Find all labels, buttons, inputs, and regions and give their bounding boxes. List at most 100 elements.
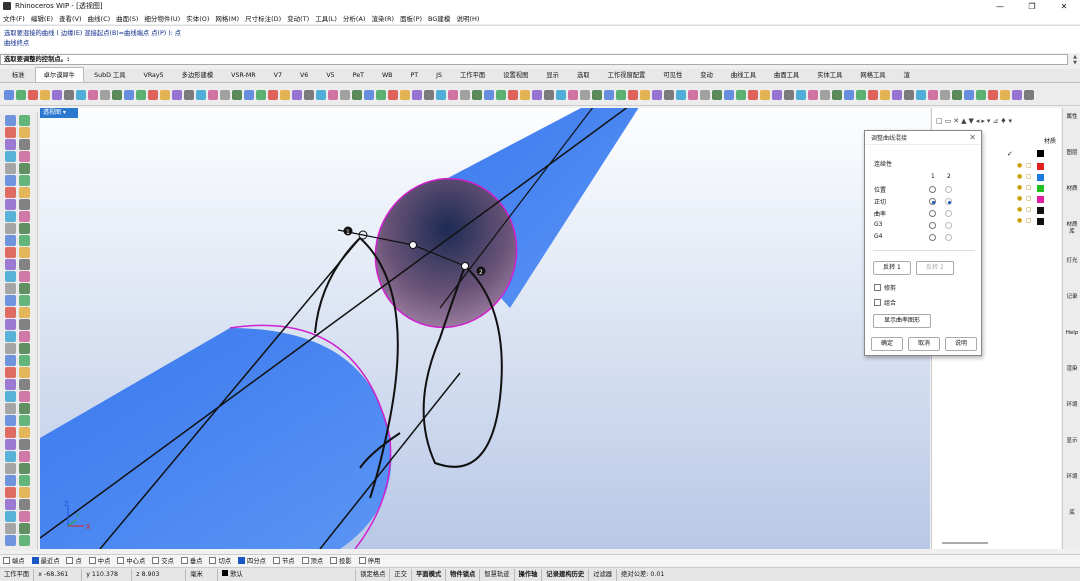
tool-icon[interactable]	[76, 89, 86, 100]
tool-icon[interactable]	[916, 89, 926, 100]
continuity-radio-2[interactable]	[945, 198, 952, 205]
tool-icon[interactable]	[736, 89, 746, 100]
osnap-checkbox[interactable]: 切点	[209, 556, 231, 565]
tool-icon[interactable]	[19, 259, 30, 270]
tool-icon[interactable]	[604, 89, 614, 100]
tool-icon[interactable]	[1012, 89, 1022, 100]
tool-icon[interactable]	[5, 151, 16, 162]
osnap-checkbox[interactable]: 中心点	[117, 556, 145, 565]
tool-icon[interactable]	[760, 89, 770, 100]
tool-icon[interactable]	[436, 89, 446, 100]
perspective-viewport[interactable]: 1 2 Z X Y	[40, 108, 930, 549]
toolbar-tab[interactable]: 多边形建模	[174, 68, 221, 82]
tool-icon[interactable]	[1024, 89, 1034, 100]
toolbar-tab[interactable]: 网格工具	[852, 68, 893, 82]
toolbar-tab[interactable]: JS	[428, 70, 450, 82]
toolbar-tab[interactable]: 标准	[4, 68, 33, 82]
tool-icon[interactable]	[19, 535, 30, 546]
tool-icon[interactable]	[124, 89, 134, 100]
reverse-2-button[interactable]: 反转 2	[916, 261, 954, 275]
toolbar-tab[interactable]: 工作平面	[452, 68, 493, 82]
tool-icon[interactable]	[820, 89, 830, 100]
ok-button[interactable]: 确定	[871, 337, 903, 351]
toolbar-tab[interactable]: 渲	[896, 68, 918, 82]
tool-icon[interactable]	[424, 89, 434, 100]
side-tab[interactable]: 图层	[1065, 150, 1079, 157]
layer-color-swatch[interactable]	[1037, 163, 1044, 170]
filter-toggle[interactable]: 过滤器	[589, 568, 618, 581]
tool-icon[interactable]	[5, 439, 16, 450]
tool-icon[interactable]	[844, 89, 854, 100]
menu-item[interactable]: 变动(T)	[287, 13, 309, 23]
tool-icon[interactable]	[19, 199, 30, 210]
osnap-checkbox[interactable]: 停用	[358, 556, 380, 565]
tool-icon[interactable]	[5, 271, 16, 282]
tool-icon[interactable]	[19, 211, 30, 222]
layer-lock-icon[interactable]: ▢	[1026, 206, 1032, 213]
toolbar-tab[interactable]: V6	[292, 70, 316, 82]
tool-icon[interactable]	[19, 223, 30, 234]
tool-icon[interactable]	[19, 463, 30, 474]
tool-icon[interactable]	[856, 89, 866, 100]
units[interactable]: 毫米	[186, 568, 219, 581]
tool-icon[interactable]	[868, 89, 878, 100]
layer-color-swatch[interactable]	[1037, 150, 1044, 157]
tool-icon[interactable]	[724, 89, 734, 100]
tool-icon[interactable]	[5, 235, 16, 246]
tool-icon[interactable]	[964, 89, 974, 100]
tool-icon[interactable]	[892, 89, 902, 100]
toolbar-tab[interactable]: 选取	[569, 68, 598, 82]
tool-icon[interactable]	[208, 89, 218, 100]
toolbar-tab[interactable]: 变动	[692, 68, 721, 82]
tool-icon[interactable]	[616, 89, 626, 100]
tool-icon[interactable]	[484, 89, 494, 100]
tool-icon[interactable]	[5, 415, 16, 426]
tool-icon[interactable]	[5, 247, 16, 258]
layer-visible-icon[interactable]: ●	[1017, 184, 1022, 191]
tool-icon[interactable]	[88, 89, 98, 100]
tool-icon[interactable]	[19, 151, 30, 162]
tool-icon[interactable]	[232, 89, 242, 100]
side-tab[interactable]: 环境	[1065, 474, 1079, 481]
join-checkbox[interactable]: 组合	[874, 298, 896, 307]
tool-icon[interactable]	[19, 235, 30, 246]
osnap-toggle[interactable]: 物件锁点	[446, 568, 481, 581]
tool-icon[interactable]	[460, 89, 470, 100]
tool-icon[interactable]	[136, 89, 146, 100]
continuity-radio-1[interactable]	[929, 210, 936, 217]
tool-icon[interactable]	[19, 283, 30, 294]
tool-icon[interactable]	[976, 89, 986, 100]
reverse-1-button[interactable]: 反转 1	[873, 261, 911, 275]
tool-icon[interactable]	[19, 271, 30, 282]
cplane-indicator[interactable]: 工作平面	[0, 568, 35, 581]
tool-icon[interactable]	[508, 89, 518, 100]
tool-icon[interactable]	[19, 391, 30, 402]
tool-icon[interactable]	[832, 89, 842, 100]
tool-icon[interactable]	[5, 511, 16, 522]
tool-icon[interactable]	[700, 89, 710, 100]
tool-icon[interactable]	[19, 139, 30, 150]
continuity-radio-1[interactable]	[929, 234, 936, 241]
tool-icon[interactable]	[148, 89, 158, 100]
grid-snap-toggle[interactable]: 锁定格点	[356, 568, 391, 581]
menu-item[interactable]: 渲染(R)	[371, 13, 394, 23]
tool-icon[interactable]	[172, 89, 182, 100]
tool-icon[interactable]	[5, 187, 16, 198]
tool-icon[interactable]	[5, 403, 16, 414]
tool-icon[interactable]	[19, 355, 30, 366]
tool-icon[interactable]	[772, 89, 782, 100]
menu-item[interactable]: 细分物件(U)	[144, 13, 180, 23]
tool-icon[interactable]	[19, 247, 30, 258]
continuity-radio-2[interactable]	[945, 222, 952, 229]
layer-lock-icon[interactable]: ▢	[1026, 173, 1032, 180]
side-tab[interactable]: 灯光	[1065, 258, 1079, 265]
tool-icon[interactable]	[220, 89, 230, 100]
layer-visible-icon[interactable]: ●	[1017, 173, 1022, 180]
tool-icon[interactable]	[244, 89, 254, 100]
side-tab[interactable]: 显示	[1065, 438, 1079, 445]
tool-icon[interactable]	[568, 89, 578, 100]
tool-icon[interactable]	[184, 89, 194, 100]
toolbar-tab[interactable]: WB	[374, 70, 401, 82]
tool-icon[interactable]	[5, 223, 16, 234]
layer-visible-icon[interactable]: ●	[1017, 206, 1022, 213]
